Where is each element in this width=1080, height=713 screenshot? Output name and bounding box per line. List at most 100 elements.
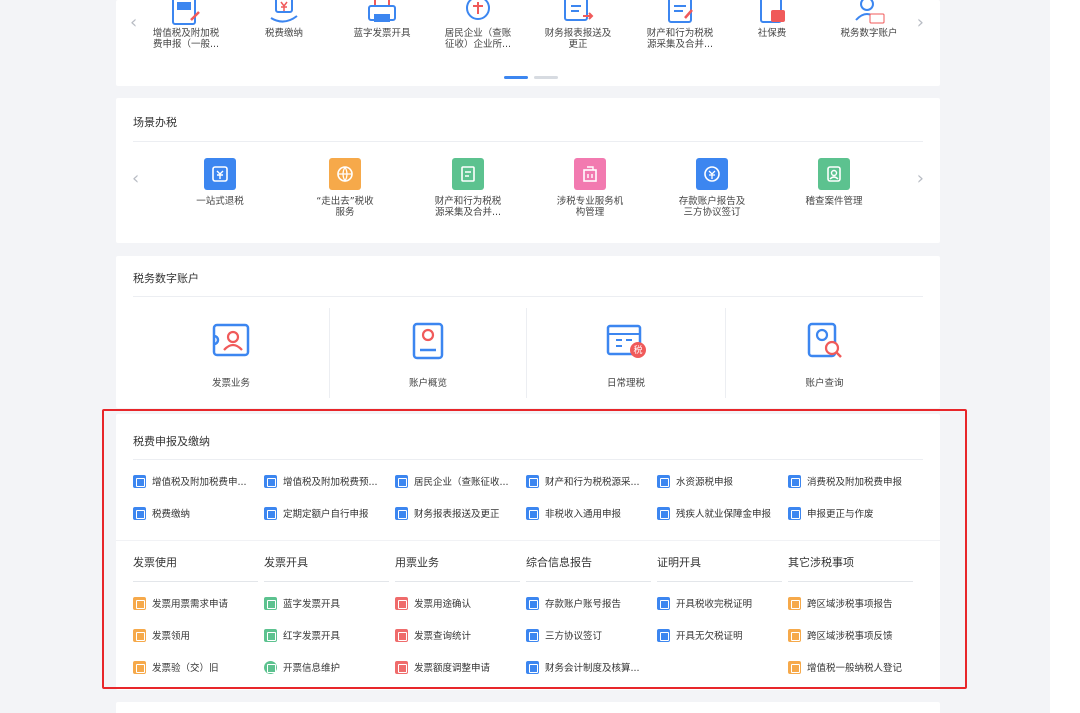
page-right-edge: [1050, 0, 1080, 713]
item-tripartite[interactable]: 三方协议签订: [526, 627, 602, 643]
payment-icon: [133, 506, 146, 520]
item-general-taxpayer[interactable]: 增值税一般纳税人登记: [788, 659, 902, 675]
account-item-query[interactable]: 账户查询: [726, 306, 923, 396]
declare-item-enterprise[interactable]: 居民企业（查账征收...: [395, 473, 509, 489]
account-query-icon: [807, 322, 842, 358]
enterprise-icon: [466, 0, 490, 20]
property-tax-icon: [526, 474, 539, 488]
account-item-label: 账户查询: [805, 378, 844, 389]
declare-item-non-tax[interactable]: 非税收入通用申报: [526, 505, 621, 521]
scene-item-going-out[interactable]: “走出去”税收 服务: [302, 158, 388, 218]
account-item-invoice-business[interactable]: 发票业务: [133, 306, 329, 396]
item-deposit-report[interactable]: 存款账户账号报告: [526, 595, 621, 611]
building-icon: [574, 158, 606, 190]
declare-item-payment[interactable]: 税费缴纳: [133, 505, 190, 521]
scene-item-deposit[interactable]: 存款账户报告及 三方协议签订: [666, 158, 758, 218]
item-invoice-quota[interactable]: 发票额度调整申请: [395, 659, 490, 675]
disabled-person-icon: [657, 506, 670, 520]
social-security-icon: [760, 0, 785, 23]
refund-icon: [204, 158, 236, 190]
tax-paid-cert-icon: [657, 596, 670, 610]
invoice-purpose-icon: [395, 596, 408, 610]
invoice-demand-icon: [133, 596, 146, 610]
hot-item-blue-invoice[interactable]: 蓝字发票开具: [342, 0, 422, 39]
invoice-info-icon: [264, 660, 277, 674]
property-icon: [452, 158, 484, 190]
hot-item-enterprise-tax[interactable]: 居民企业（查账 征收）企业所...: [432, 0, 524, 50]
invoice-printer-icon: [368, 0, 396, 22]
water-resource-icon: [657, 474, 670, 488]
scene-item-label: 一站式退税: [196, 196, 244, 207]
carousel-dot-active[interactable]: [504, 76, 528, 79]
scene-prev-arrow[interactable]: ‹: [132, 170, 139, 188]
category-underline: [657, 581, 782, 582]
category-head-ticket-business: 用票业务: [395, 556, 439, 569]
hot-item-digital-account[interactable]: 税务数字账户: [826, 0, 912, 39]
scene-item-property[interactable]: 财产和行为税税 源采集及合并...: [422, 158, 514, 218]
scene-item-agency[interactable]: 涉税专业服务机 构管理: [544, 158, 636, 218]
declare-item-disabled[interactable]: 残疾人就业保障金申报: [657, 505, 771, 521]
accounting-system-icon: [526, 660, 539, 674]
item-invoice-info[interactable]: 开票信息维护: [264, 659, 340, 675]
hot-item-tax-payment[interactable]: 税费缴纳: [244, 0, 324, 39]
category-head-invoice-use: 发票使用: [133, 556, 177, 569]
cross-region-feedback-icon: [788, 628, 801, 642]
item-invoice-return[interactable]: 发票验（交）旧: [133, 659, 219, 675]
category-underline: [395, 581, 520, 582]
carousel-next-arrow[interactable]: ›: [917, 14, 924, 32]
property-tax-icon: [668, 0, 693, 23]
category-underline: [526, 581, 651, 582]
declare-item-vat-prepay[interactable]: 增值税及附加税费预...: [264, 473, 378, 489]
declare-item-water[interactable]: 水资源税申报: [657, 473, 733, 489]
item-no-arrears-cert[interactable]: 开具无欠税证明: [657, 627, 743, 643]
scene-divider: [133, 141, 923, 142]
scene-next-arrow[interactable]: ›: [917, 170, 924, 188]
hot-item-social-security[interactable]: 社保费: [732, 0, 812, 39]
hot-item-label: 财务报表报送及 更正: [544, 28, 612, 50]
scene-item-label: “走出去”税收 服务: [316, 196, 374, 218]
declare-item-report[interactable]: 财务报表报送及更正: [395, 505, 500, 521]
declare-item-fixed-quota[interactable]: 定期定额户自行申报: [264, 505, 369, 521]
scene-tax-card: 场景办税 ‹ › 一站式退税 “走出去”税收 服务 财产和行为税税 源采集及合并…: [116, 98, 940, 243]
scene-item-refund[interactable]: 一站式退税: [180, 158, 260, 207]
declare-item-property[interactable]: 财产和行为税税源采...: [526, 473, 640, 489]
hot-item-label: 税务数字账户: [840, 28, 898, 39]
declare-item-correction[interactable]: 申报更正与作废: [788, 505, 874, 521]
item-red-invoice[interactable]: 红字发票开具: [264, 627, 340, 643]
item-accounting-system[interactable]: 财务会计制度及核算...: [526, 659, 640, 675]
hot-item-label: 税费缴纳: [264, 28, 303, 39]
item-invoice-receive[interactable]: 发票领用: [133, 627, 190, 643]
carousel-dot[interactable]: [534, 76, 558, 79]
item-tax-paid-cert[interactable]: 开具税收完税证明: [657, 595, 752, 611]
declare-item-consumption[interactable]: 消费税及附加税费申报: [788, 473, 902, 489]
item-blue-invoice[interactable]: 蓝字发票开具: [264, 595, 340, 611]
scene-item-inspection[interactable]: 稽查案件管理: [788, 158, 880, 207]
item-cross-region-feedback[interactable]: 跨区域涉税事项反馈: [788, 627, 893, 643]
account-item-overview[interactable]: 账户概览: [330, 306, 526, 396]
item-cross-region-report[interactable]: 跨区域涉税事项报告: [788, 595, 893, 611]
item-invoice-demand[interactable]: 发票用票需求申请: [133, 595, 228, 611]
account-overview-icon: [412, 322, 444, 360]
carousel-prev-arrow[interactable]: ‹: [130, 14, 137, 32]
scene-item-label: 存款账户报告及 三方协议签订: [678, 196, 746, 218]
hot-item-report-send[interactable]: 财务报表报送及 更正: [532, 0, 624, 50]
account-item-daily-tax[interactable]: 税 日常理税: [527, 306, 725, 396]
declare-item-vat[interactable]: 增值税及附加税费申...: [133, 473, 247, 489]
category-head-info-report: 综合信息报告: [526, 556, 592, 569]
non-tax-income-icon: [526, 506, 539, 520]
hot-item-property-tax[interactable]: 财产和行为税税 源采集及合并...: [632, 0, 728, 50]
item-invoice-stats[interactable]: 发票查询统计: [395, 627, 471, 643]
vat-prepay-icon: [264, 474, 277, 488]
daily-tax-icon: 税: [606, 324, 646, 358]
general-taxpayer-icon: [788, 660, 801, 674]
cross-region-report-icon: [788, 596, 801, 610]
vat-declare-icon: [133, 474, 146, 488]
account-title: 税务数字账户: [133, 272, 199, 285]
declare-title: 税费申报及缴纳: [133, 435, 210, 448]
deposit-icon: [696, 158, 728, 190]
item-invoice-purpose[interactable]: 发票用途确认: [395, 595, 471, 611]
hot-services-card: ‹ › 增值税及附加税 费申报（一般... 税费缴纳 蓝字发票开具 居民企业（查…: [116, 0, 940, 86]
category-head-invoice-issue: 发票开具: [264, 556, 308, 569]
category-underline: [133, 581, 258, 582]
hot-item-vat-declare[interactable]: 增值税及附加税 费申报（一般...: [138, 0, 234, 50]
